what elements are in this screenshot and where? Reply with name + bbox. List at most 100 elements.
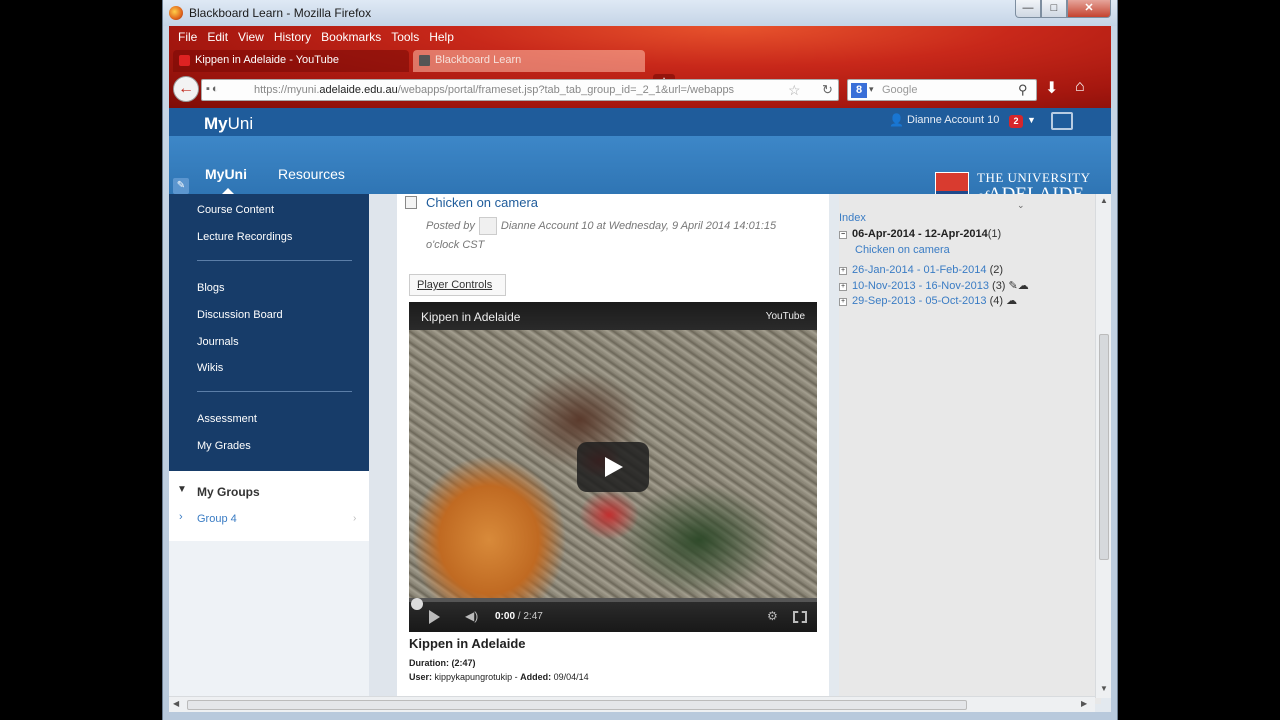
back-button[interactable]: ← [173,76,199,102]
site-identity-icon[interactable]: ▪◐ [206,83,221,95]
title-bar: Blackboard Learn - Mozilla Firefox — □ ✕ [163,0,1117,26]
search-icon[interactable]: ⚲ [1018,82,1028,98]
video-duration: Duration: (2:47) [409,658,476,668]
scroll-thumb[interactable] [1099,334,1109,560]
brand-bold: My [204,114,228,133]
home-icon[interactable]: ⌂ [1075,78,1085,96]
site-brand[interactable]: MyUni [204,114,253,134]
menu-help[interactable]: Help [424,26,459,48]
tab-youtube[interactable]: Kippen in Adelaide - YouTube [173,50,409,72]
browser-window: Blackboard Learn - Mozilla Firefox — □ ✕… [162,0,1118,720]
my-groups-panel: ▼ My Groups › Group 4 › [169,471,369,541]
expand-icon[interactable]: + [839,283,847,291]
scroll-up-icon[interactable]: ▲ [1100,196,1108,205]
pin-icon[interactable]: ✎ [173,178,189,194]
sidebar-item-assessment[interactable]: Assessment [197,413,257,425]
nav-tab-myuni[interactable]: MyUni [205,166,247,195]
fullscreen-icon[interactable] [793,611,807,623]
blog-post-icon [405,196,417,209]
week-item[interactable]: +29-Sep-2013 - 05-Oct-2013 (4) ☁ [839,294,1017,307]
archive-entry-link[interactable]: Chicken on camera [855,244,950,256]
gear-icon[interactable]: ⚙ [767,609,778,623]
play-icon[interactable] [577,442,649,492]
menu-bookmarks[interactable]: Bookmarks [316,26,386,48]
sidebar-item-my-grades[interactable]: My Grades [197,440,251,452]
bookmark-star-icon[interactable]: ☆ [788,82,801,99]
download-icon[interactable]: ⬇ [1045,78,1058,98]
progress-bar[interactable] [409,598,817,602]
logout-icon[interactable] [1051,112,1073,130]
time-total: / 2:47 [515,611,543,622]
sidebar-item-course-content[interactable]: Course Content [197,204,274,216]
user-label: User: [409,672,433,682]
chevron-down-icon[interactable]: ▼ [177,484,187,495]
menu-view[interactable]: View [233,26,269,48]
scroll-thumb[interactable] [187,700,967,710]
sidebar-item-wikis[interactable]: Wikis [197,362,223,374]
menu-tools[interactable]: Tools [386,26,424,48]
blog-archive: ⌄ Index −06-Apr-2014 - 12-Apr-2014(1) Ch… [839,194,1101,704]
volume-icon[interactable]: ◀) [465,609,478,623]
video-controls: ◀) 0:00 / 2:47 ⚙ [409,598,817,632]
expand-icon[interactable]: + [839,267,847,275]
group-link[interactable]: Group 4 [197,513,237,525]
desktop: Blackboard Learn - Mozilla Firefox — □ ✕… [0,0,1280,720]
nav-tab-resources[interactable]: Resources [278,166,345,182]
sidebar-item-blogs[interactable]: Blogs [197,282,225,294]
menu-history[interactable]: History [269,26,316,48]
video-player[interactable]: Kippen in Adelaide YouTube ◀) 0:00 / 2:4… [409,302,817,632]
horizontal-scrollbar[interactable]: ◀ ▶ [169,696,1095,712]
menu-edit[interactable]: Edit [202,26,233,48]
week-expanded[interactable]: −06-Apr-2014 - 12-Apr-2014(1) [839,228,1001,240]
scroll-left-icon[interactable]: ◀ [173,699,179,708]
chevron-down-icon[interactable]: ⌄ [1017,200,1025,211]
minimize-button[interactable]: — [1015,0,1041,18]
vertical-scrollbar[interactable]: ▲ ▼ [1095,194,1111,698]
week-count: (4) [989,295,1004,307]
tab-blackboard[interactable]: Blackboard Learn [413,50,645,72]
search-bar[interactable]: 8 ▾ Google ⚲ [847,79,1037,101]
reload-icon[interactable]: ↻ [822,82,833,98]
week-count: (1) [987,228,1002,240]
page-viewport: MyUni 👤 Dianne Account 10 2 ▼ ✎ MyUni Re… [169,108,1111,712]
scroll-down-icon[interactable]: ▼ [1100,684,1108,693]
week-item[interactable]: +10-Nov-2013 - 16-Nov-2013 (3) ✎☁ [839,279,1029,292]
search-engine-icon[interactable]: 8 [851,83,867,98]
chevron-right-icon[interactable]: › [179,511,183,523]
sidebar-item-lecture-recordings[interactable]: Lecture Recordings [197,231,292,243]
address-bar[interactable]: ▪◐ https://myuni.adelaide.edu.au/webapps… [201,79,839,101]
menu-file[interactable]: File [173,26,202,48]
time-current: 0:00 [495,611,516,622]
video-title[interactable]: Kippen in Adelaide [421,310,520,324]
sidebar-item-discussion-board[interactable]: Discussion Board [197,309,283,321]
chevron-down-icon[interactable]: ▼ [1027,115,1036,125]
week-count: (3) [992,280,1006,292]
notification-badge[interactable]: 2 [1009,115,1023,128]
play-icon[interactable] [429,610,440,624]
scroll-right-icon[interactable]: ▶ [1081,699,1087,708]
sidebar-item-journals[interactable]: Journals [197,336,239,348]
player-controls-button[interactable]: Player Controls [409,274,506,296]
collapse-icon[interactable]: − [839,231,847,239]
progress-handle[interactable] [411,598,423,610]
index-link[interactable]: Index [839,212,866,224]
posted-by-label: Posted by [426,220,475,232]
search-input[interactable]: Google [882,84,917,96]
youtube-logo[interactable]: YouTube [766,311,805,322]
user-name: Dianne Account 10 [907,114,1000,126]
user-value: kippykapungrotukip [434,672,513,682]
url-prefix: https://myuni. [254,84,320,96]
maximize-button[interactable]: □ [1041,0,1067,18]
video-user: User: kippykapungrotukip - Added: 09/04/… [409,672,589,682]
post-date: at Wednesday, 9 April 2014 14:01:15 [596,220,777,232]
week-item[interactable]: +26-Jan-2014 - 01-Feb-2014 (2) [839,264,1003,276]
post-title[interactable]: Chicken on camera [426,195,538,210]
course-menu: Course Content Lecture Recordings Blogs … [169,194,369,712]
close-button[interactable]: ✕ [1067,0,1111,18]
chevron-down-icon[interactable]: ▾ [869,84,874,95]
my-groups-title[interactable]: My Groups [197,485,260,499]
expand-icon[interactable]: + [839,298,847,306]
navigation-toolbar: ← ▪◐ https://myuni.adelaide.edu.au/webap… [169,74,1111,104]
tab-label: Kippen in Adelaide - YouTube [195,54,339,66]
url-path: /webapps/portal/frameset.jsp?tab_tab_gro… [397,84,735,96]
